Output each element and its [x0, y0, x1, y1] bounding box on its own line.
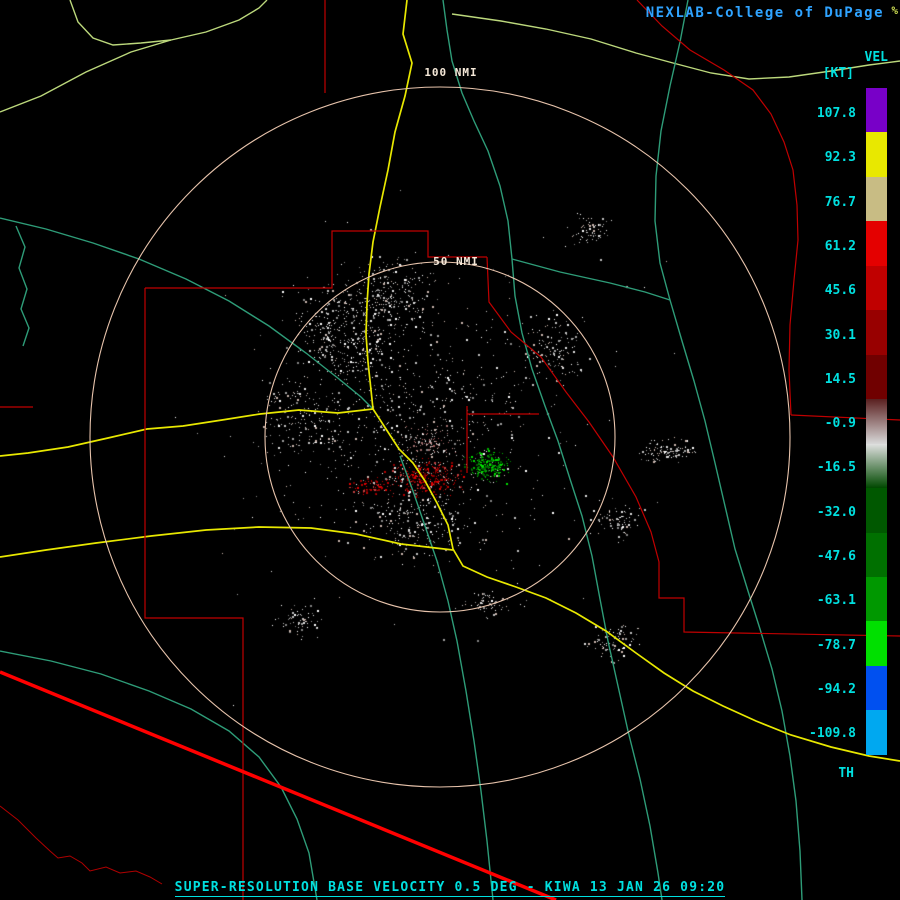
color-bar-segment	[866, 621, 887, 665]
highway-pale-north-branch	[70, 0, 171, 45]
color-bar-segment	[866, 488, 887, 532]
county-line-northeast	[637, 0, 798, 415]
color-bar-segment	[866, 355, 887, 399]
color-bar-segment	[866, 533, 887, 577]
map-overlay	[0, 0, 900, 900]
interstate-north	[366, 0, 412, 409]
county-line-west-south	[145, 288, 243, 900]
color-bar-segment	[866, 221, 887, 265]
range-ring-label-100nmi: 100 NMI	[420, 66, 482, 79]
color-bar-segment	[866, 666, 887, 710]
range-ring-100nmi	[90, 87, 790, 787]
color-bar-segment	[866, 310, 887, 354]
highway-teal-east-side	[655, 0, 802, 900]
color-bar-segment	[866, 577, 887, 621]
highway-pale-northeast	[452, 14, 900, 79]
color-bar-segment	[866, 710, 887, 754]
county-line-pinal-diagonal	[487, 257, 900, 636]
corner-glyph: %	[891, 4, 898, 17]
interstate-west	[0, 409, 373, 456]
color-bar-segment	[866, 399, 887, 443]
color-bar-segment	[866, 177, 887, 221]
interstate-i8	[0, 527, 453, 557]
highway-teal-southwest	[0, 651, 317, 900]
color-bar-segment	[866, 444, 887, 488]
highway-teal-east-connector	[512, 259, 670, 300]
interstate-southeast	[373, 409, 900, 761]
river-left-edge	[16, 226, 29, 346]
product-caption: SUPER-RESOLUTION BASE VELOCITY 0.5 DEG -…	[175, 880, 726, 897]
highway-teal-north-south-east	[443, 0, 662, 900]
highway-teal-northwest-diagonal	[0, 218, 373, 409]
river-border-southwest	[0, 806, 162, 884]
radar-display: 100 NMI 50 NMI NEXLAB-College of DuPage …	[0, 0, 900, 900]
highway-pale-northwest	[0, 0, 267, 112]
color-bar	[866, 88, 887, 755]
color-bar-segment	[866, 132, 887, 176]
color-bar-segment	[866, 88, 887, 132]
range-ring-50nmi	[265, 262, 615, 612]
range-ring-label-50nmi: 50 NMI	[428, 255, 484, 268]
color-bar-segment	[866, 266, 887, 310]
caption-bar: SUPER-RESOLUTION BASE VELOCITY 0.5 DEG -…	[0, 876, 900, 897]
credit-text: NEXLAB-College of DuPage	[646, 5, 884, 21]
